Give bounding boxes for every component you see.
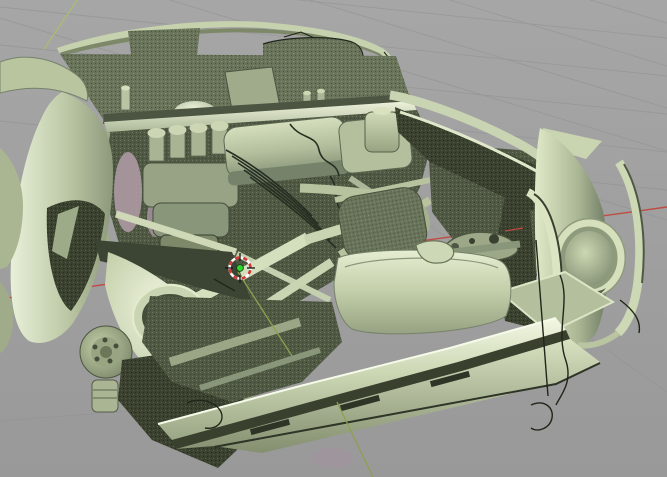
object-origin-dot bbox=[236, 264, 244, 272]
coolant-tank bbox=[364, 111, 400, 153]
3d-viewport[interactable] bbox=[0, 0, 667, 477]
